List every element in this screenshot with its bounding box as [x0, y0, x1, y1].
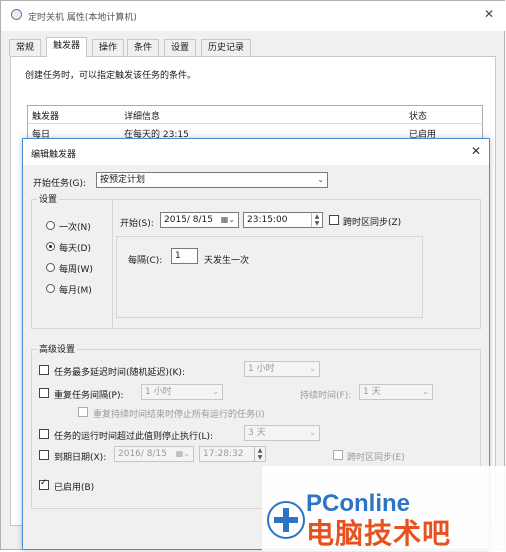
radio-monthly[interactable]	[46, 284, 55, 293]
start-label: 开始(S):	[120, 219, 154, 229]
tab-triggers[interactable]: 触发器	[46, 37, 88, 57]
radio-once-label: 一次(N)	[59, 223, 91, 233]
repeat-label: 重复任务间隔(P):	[54, 391, 124, 401]
stop-longer-label: 任务的运行时间超过此值则停止执行(L):	[54, 432, 214, 442]
recur-unit-label: 天发生一次	[204, 256, 250, 266]
clock-icon	[11, 9, 22, 20]
enabled-checkbox[interactable]	[39, 478, 49, 490]
calendar-icon: ▦⌄	[220, 215, 235, 224]
repeat-value: 1 小时	[145, 387, 172, 397]
recur-label: 每隔(C):	[128, 256, 163, 266]
chevron-down-icon: ⌄	[422, 387, 429, 396]
delay-checkbox[interactable]	[39, 365, 49, 375]
dialog-title: 编辑触发器	[31, 150, 77, 160]
col-trigger[interactable]: 触发器	[32, 109, 59, 122]
delay-value: 1 小时	[248, 364, 275, 374]
start-time-field[interactable]: 23:15:00 ▲ ▼	[243, 212, 323, 228]
sync-timezone-label: 跨时区同步(Z)	[343, 218, 402, 228]
recurrence-box	[116, 236, 423, 318]
start-time-value: 23:15:00	[247, 215, 288, 225]
radio-weekly-label: 每周(W)	[59, 265, 93, 275]
begin-task-label: 开始任务(G):	[33, 179, 87, 189]
start-date-picker[interactable]: 2015/ 8/15 ▦⌄	[160, 212, 239, 228]
tab-actions[interactable]: 操作	[92, 39, 125, 56]
tab-conditions[interactable]: 条件	[127, 39, 160, 56]
radio-weekly[interactable]	[46, 263, 55, 272]
stop-longer-value: 3 天	[248, 428, 266, 438]
expire-checkbox[interactable]	[39, 450, 49, 460]
tab-settings[interactable]: 设置	[164, 39, 197, 56]
delay-label: 任务最多延迟时间(随机延迟)(K):	[54, 368, 185, 378]
duration-select[interactable]: 1 天 ⌄	[359, 384, 433, 400]
stop-longer-select[interactable]: 3 天 ⌄	[244, 425, 320, 441]
window-titlebar: 定时关机 属性(本地计算机) ✕	[1, 1, 505, 31]
recur-interval-input[interactable]: 1	[171, 248, 198, 264]
col-status[interactable]: 状态	[409, 109, 427, 122]
dialog-close-icon[interactable]: ✕	[471, 144, 481, 158]
pconline-logo	[267, 501, 305, 539]
radio-daily[interactable]	[46, 242, 55, 251]
tab-general[interactable]: 常规	[9, 39, 42, 56]
radio-daily-label: 每天(D)	[59, 244, 91, 254]
description-text: 创建任务时，可以指定触发该任务的条件。	[25, 71, 197, 81]
begin-task-select[interactable]: 按预定计划 ⌄	[96, 172, 328, 188]
table-header: 触发器 详细信息 状态	[28, 106, 482, 124]
chevron-down-icon: ⌄	[212, 387, 219, 396]
duration-value: 1 天	[363, 387, 381, 397]
time-spinner-icon[interactable]: ▲ ▼	[254, 447, 265, 461]
expire-label: 到期日期(X):	[54, 453, 107, 463]
sync-timezone-checkbox[interactable]	[329, 215, 339, 225]
begin-task-value: 按预定计划	[100, 175, 146, 185]
start-date-value: 2015/ 8/15	[164, 215, 214, 225]
chevron-down-icon: ⌄	[309, 428, 316, 437]
col-details[interactable]: 详细信息	[124, 109, 160, 122]
watermark: PConline 电脑技术吧	[262, 466, 506, 551]
chevron-down-icon: ⌄	[317, 175, 324, 184]
advanced-group-label: 高级设置	[37, 342, 78, 355]
radio-monthly-label: 每月(M)	[59, 286, 92, 296]
settings-group-label: 设置	[37, 192, 60, 205]
recur-interval-value: 1	[175, 251, 181, 261]
tab-history[interactable]: 历史记录	[201, 39, 252, 56]
duration-label: 持续时间(F):	[300, 391, 352, 401]
delay-select[interactable]: 1 小时 ⌄	[244, 361, 320, 377]
stop-all-checkbox[interactable]	[78, 407, 88, 417]
expire-time-value: 17:28:32	[203, 449, 244, 459]
expire-date-value: 2016/ 8/15	[118, 449, 168, 459]
window-title: 定时关机 属性(本地计算机)	[28, 13, 137, 23]
time-spinner-icon[interactable]: ▲ ▼	[311, 213, 322, 227]
expire-sync-label: 跨时区同步(E)	[347, 453, 405, 463]
enabled-label: 已启用(B)	[54, 483, 95, 493]
repeat-checkbox[interactable]	[39, 388, 49, 398]
chevron-down-icon: ⌄	[309, 364, 316, 373]
expire-sync-checkbox[interactable]	[333, 450, 343, 460]
expire-date-picker[interactable]: 2016/ 8/15 ▦⌄	[114, 446, 194, 462]
calendar-icon: ▦⌄	[175, 449, 190, 458]
settings-divider	[112, 200, 113, 328]
stop-longer-checkbox[interactable]	[39, 429, 49, 439]
stop-all-label: 重复持续时间结束时停止所有运行的任务(I)	[93, 410, 265, 420]
expire-time-field[interactable]: 17:28:32 ▲ ▼	[199, 446, 266, 462]
repeat-select[interactable]: 1 小时 ⌄	[141, 384, 223, 400]
close-icon[interactable]: ✕	[484, 7, 494, 21]
dialog-titlebar: 编辑触发器 ✕	[23, 139, 489, 165]
watermark-slogan: 电脑技术吧	[306, 517, 452, 550]
radio-once[interactable]	[46, 221, 55, 230]
